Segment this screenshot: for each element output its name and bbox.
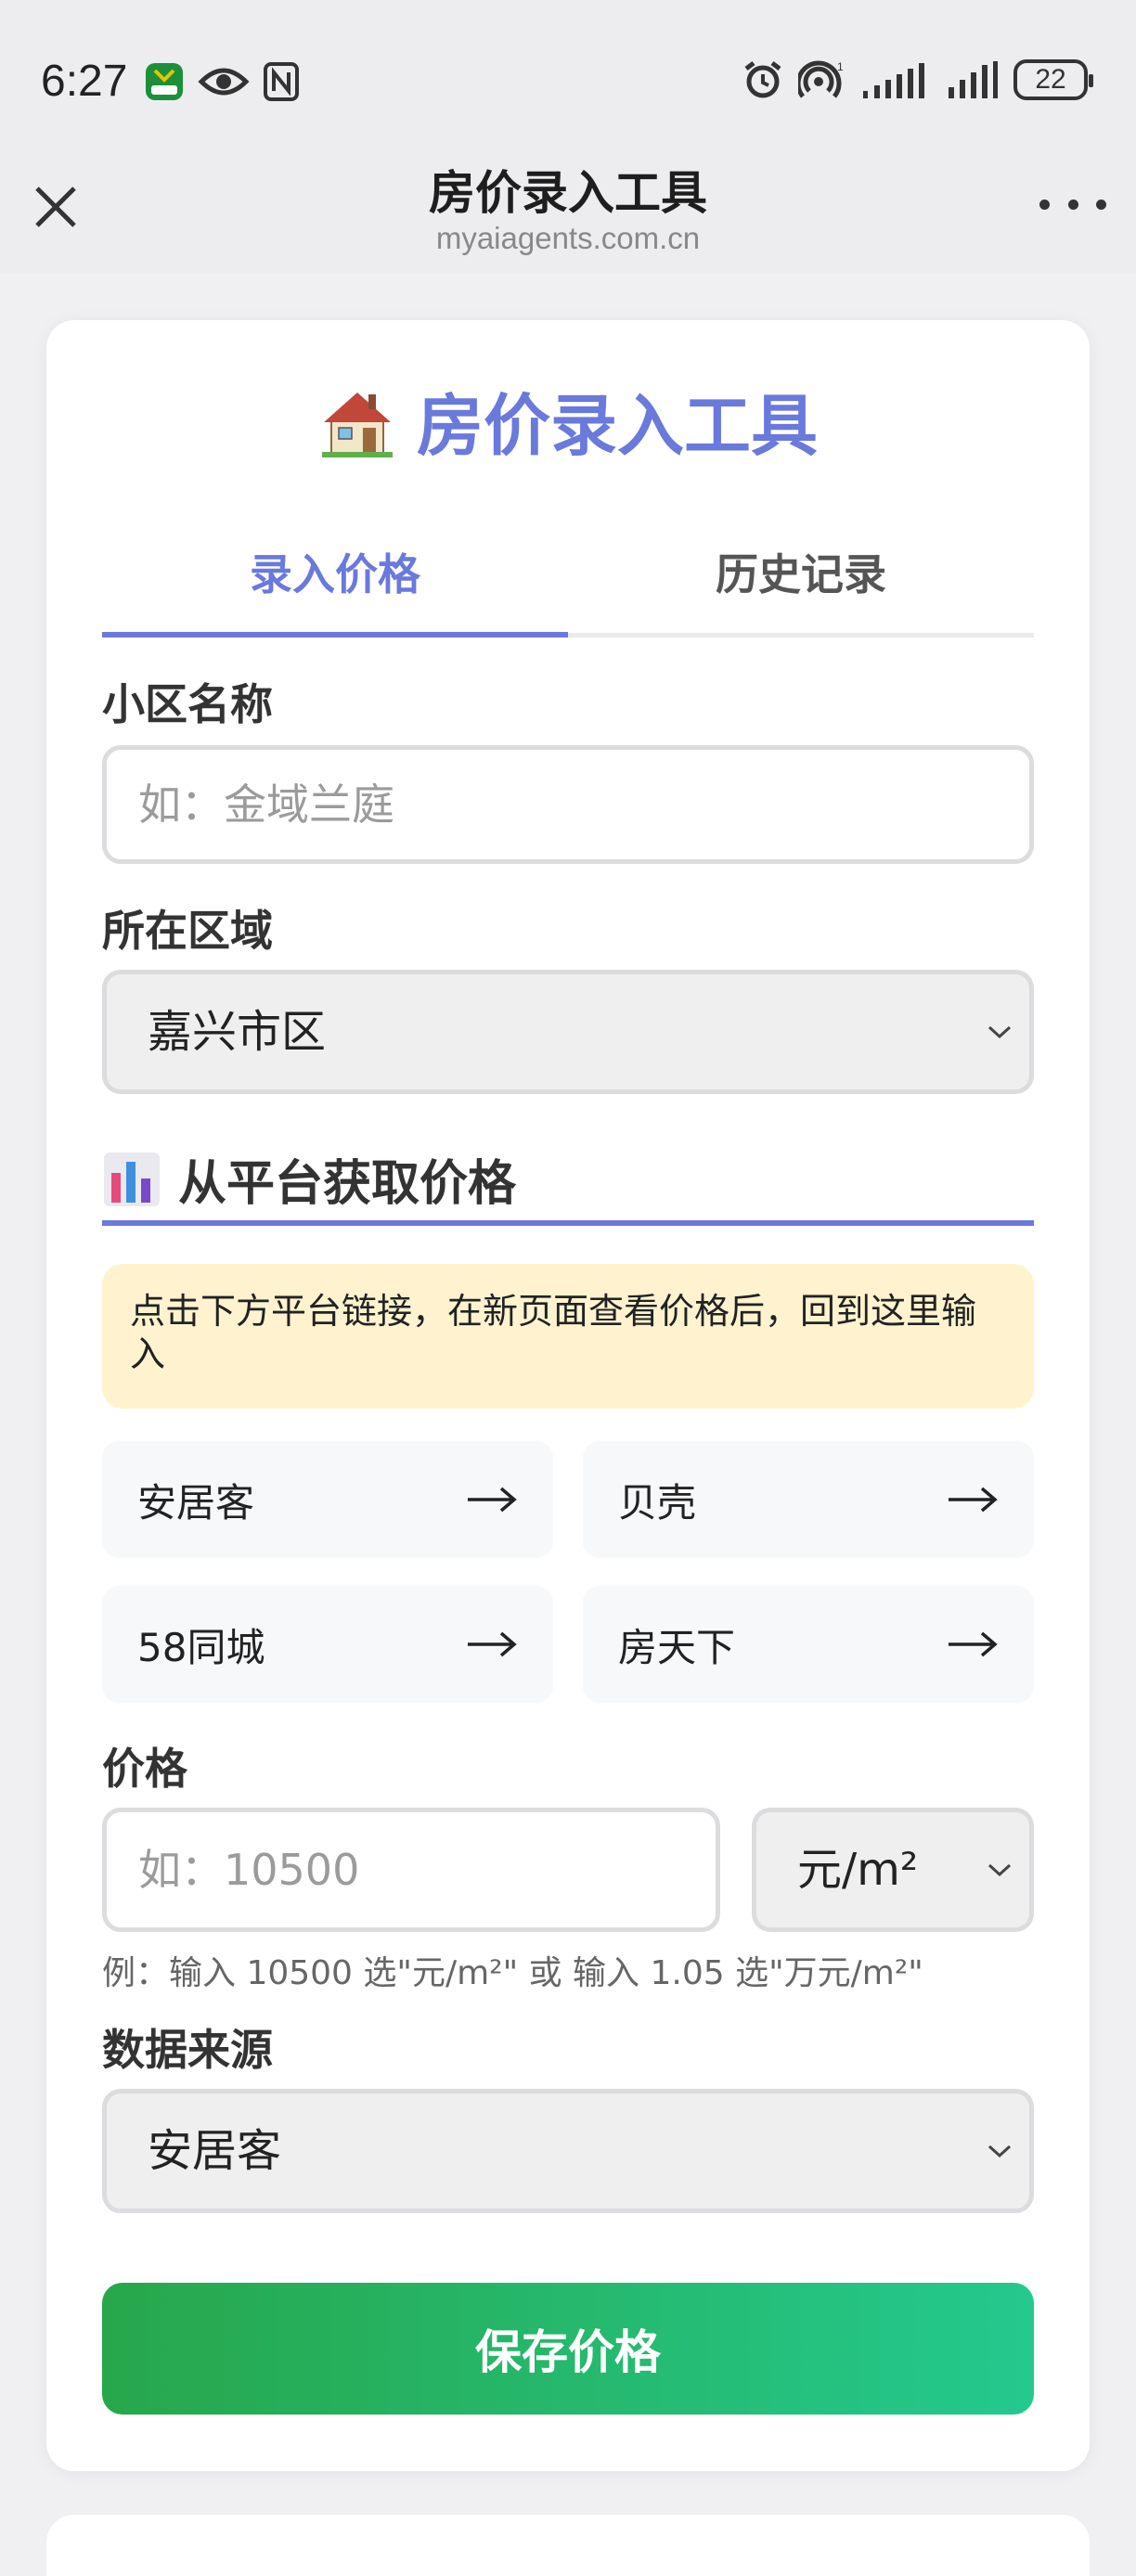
unit-select[interactable]: 元/m² <box>752 1808 1034 1932</box>
title-bar: 房价录入工具 myaiagents.com.cn <box>0 130 1136 274</box>
platform-link-fang[interactable]: 房天下 <box>583 1586 1034 1703</box>
source-value: 安居客 <box>148 2125 282 2177</box>
arrow-right-icon <box>949 1631 998 1657</box>
arrow-right-icon <box>468 1487 517 1513</box>
platform-name: 房天下 <box>618 1624 736 1670</box>
district-label: 所在区域 <box>102 906 273 956</box>
arrow-right-icon <box>949 1487 998 1513</box>
section-title: 从平台获取价格 <box>102 1137 1034 1226</box>
house-icon <box>321 392 393 457</box>
app-heading: 房价录入工具 <box>46 371 1090 469</box>
battery-icon: 22 <box>1013 59 1093 100</box>
tab-input-price[interactable]: 录入价格 <box>102 524 568 638</box>
price-input[interactable] <box>102 1808 720 1932</box>
source-select[interactable]: 安居客 <box>102 2089 1034 2213</box>
source-label: 数据来源 <box>102 2025 273 2075</box>
platform-name: 安居客 <box>137 1479 255 1526</box>
platform-link-anjuke[interactable]: 安居客 <box>102 1441 553 1558</box>
eye-icon <box>198 68 250 96</box>
chevron-down-icon <box>988 1025 1012 1039</box>
status-right-icons: 1 22 <box>742 59 1093 100</box>
price-hint: 例：输入 10500 选"元/m²" 或 输入 1.05 选"万元/m²" <box>102 1954 923 1992</box>
district-value: 嘉兴市区 <box>148 1006 327 1058</box>
main-card: 房价录入工具 录入价格 历史记录 小区名称 所在区域 嘉兴市区 从平台获取价格 … <box>46 320 1090 2471</box>
chevron-down-icon <box>988 2145 1012 2158</box>
bar-chart-icon <box>104 1153 160 1206</box>
status-time: 6:27 <box>41 57 128 106</box>
hotspot-icon: 1 <box>798 60 844 98</box>
platform-name: 贝壳 <box>618 1479 697 1526</box>
post-app-icon <box>146 63 183 100</box>
signal-icon <box>949 61 998 98</box>
unit-value: 元/m² <box>797 1844 919 1896</box>
platform-link-58[interactable]: 58同城 <box>102 1586 553 1703</box>
section-title-text: 从平台获取价格 <box>178 1155 517 1212</box>
tab-history[interactable]: 历史记录 <box>568 524 1034 633</box>
nfc-icon <box>264 62 299 101</box>
app-title: 房价录入工具 <box>416 387 818 465</box>
district-select[interactable]: 嘉兴市区 <box>102 970 1034 1094</box>
community-label: 小区名称 <box>102 679 273 729</box>
arrow-right-icon <box>468 1631 517 1657</box>
signal-icon <box>863 63 924 98</box>
secondary-card <box>46 2515 1090 2576</box>
page-url: myaiagents.com.cn <box>435 221 701 255</box>
status-left-icons <box>144 61 300 102</box>
chevron-down-icon <box>988 1863 1012 1877</box>
platform-name: 58同城 <box>137 1624 265 1670</box>
more-icon[interactable] <box>1039 186 1106 223</box>
community-input[interactable] <box>102 745 1034 864</box>
platform-link-beike[interactable]: 贝壳 <box>583 1441 1034 1558</box>
notice-box: 点击下方平台链接，在新页面查看价格后，回到这里输入 <box>102 1264 1034 1409</box>
save-price-button[interactable]: 保存价格 <box>102 2283 1034 2415</box>
tab-bar: 录入价格 历史记录 <box>102 524 1034 638</box>
alarm-icon <box>744 61 781 98</box>
price-label: 价格 <box>102 1744 187 1794</box>
svg-text:1: 1 <box>837 60 844 73</box>
page-title: 房价录入工具 <box>429 166 707 220</box>
